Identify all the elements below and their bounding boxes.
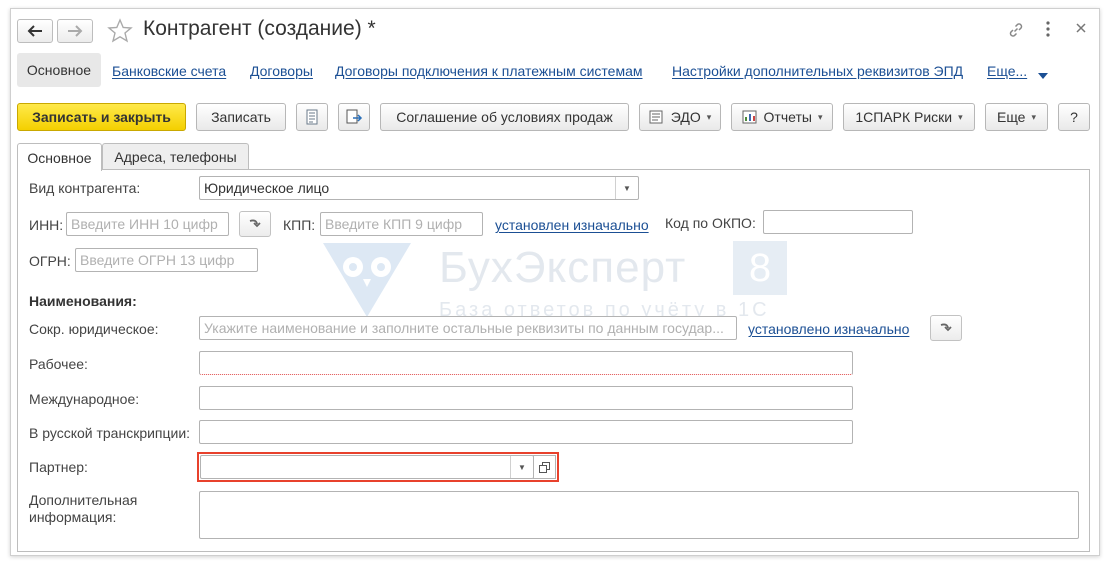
counterparty-window: Контрагент (создание) * Основное Банковс… bbox=[10, 8, 1100, 556]
section-contracts[interactable]: Договоры bbox=[250, 63, 313, 79]
fill-arrow-icon bbox=[940, 323, 952, 332]
back-button[interactable] bbox=[17, 19, 53, 43]
short-name-label: Сокр. юридическое: bbox=[29, 321, 159, 337]
spark-risks-label: 1СПАРК Риски bbox=[855, 109, 953, 125]
section-epd-settings[interactable]: Настройки дополнительных реквизитов ЭПД bbox=[672, 63, 963, 79]
more-vertical-button[interactable] bbox=[1045, 20, 1051, 43]
edo-label: ЭДО bbox=[670, 109, 701, 125]
kind-value: Юридическое лицо bbox=[204, 180, 330, 196]
more-vertical-icon bbox=[1046, 21, 1050, 37]
save-button[interactable]: Записать bbox=[196, 103, 286, 131]
extra-info-label-line1: Дополнительная bbox=[29, 492, 138, 508]
close-icon bbox=[1076, 23, 1086, 33]
reports-label: Отчеты bbox=[763, 109, 812, 125]
save-and-close-button[interactable]: Записать и закрыть bbox=[17, 103, 186, 131]
partner-open-button[interactable] bbox=[533, 455, 556, 479]
section-more-caret[interactable] bbox=[1037, 67, 1049, 83]
section-more-label: Еще... bbox=[987, 63, 1028, 79]
okpo-input[interactable] bbox=[763, 210, 913, 234]
russian-transcription-input[interactable] bbox=[199, 420, 853, 444]
kind-select[interactable]: Юридическое лицо ▼ bbox=[199, 176, 639, 200]
ogrn-placeholder: Введите ОГРН 13 цифр bbox=[80, 252, 235, 268]
working-name-label: Рабочее: bbox=[29, 356, 88, 372]
extra-info-textarea[interactable] bbox=[199, 491, 1079, 539]
favorite-button[interactable] bbox=[107, 18, 133, 47]
kpp-initial-link[interactable]: установлен изначально bbox=[495, 217, 649, 233]
reports-button[interactable]: Отчеты ▾ bbox=[731, 103, 833, 131]
close-button[interactable] bbox=[1075, 21, 1087, 39]
edo-icon bbox=[649, 110, 663, 124]
edo-button[interactable]: ЭДО ▾ bbox=[639, 103, 721, 131]
dropdown-arrow-icon[interactable]: ▼ bbox=[615, 177, 638, 199]
link-icon bbox=[1009, 23, 1023, 37]
kpp-label: КПП: bbox=[283, 217, 316, 233]
dropdown-arrow-icon[interactable]: ▼ bbox=[510, 456, 533, 478]
inn-placeholder: Введите ИНН 10 цифр bbox=[71, 216, 218, 232]
kpp-placeholder: Введите КПП 9 цифр bbox=[325, 216, 463, 232]
names-heading: Наименования: bbox=[29, 293, 137, 309]
chevron-down-icon: ▾ bbox=[958, 111, 963, 122]
ogrn-input[interactable]: Введите ОГРН 13 цифр bbox=[75, 248, 258, 272]
partner-input[interactable]: ▼ bbox=[200, 455, 534, 479]
chevron-down-icon: ▾ bbox=[706, 111, 712, 122]
chevron-down-icon: ▾ bbox=[1031, 111, 1037, 122]
more-actions-button[interactable]: Еще ▾ bbox=[985, 103, 1048, 131]
help-button[interactable]: ? bbox=[1058, 103, 1090, 131]
arrow-right-icon bbox=[68, 25, 83, 37]
document-arrow-icon bbox=[346, 109, 363, 124]
inn-input[interactable]: Введите ИНН 10 цифр bbox=[66, 212, 229, 236]
document-list-button[interactable] bbox=[296, 103, 328, 131]
russian-transcription-label: В русской транскрипции: bbox=[29, 425, 191, 441]
international-name-input[interactable] bbox=[199, 386, 853, 410]
ogrn-label: ОГРН: bbox=[29, 253, 71, 269]
kind-label: Вид контрагента: bbox=[29, 180, 141, 196]
inn-label: ИНН: bbox=[29, 217, 64, 233]
forward-button[interactable] bbox=[57, 19, 93, 43]
star-icon bbox=[107, 18, 133, 43]
spark-risks-button[interactable]: 1СПАРК Риски ▾ bbox=[843, 103, 975, 131]
short-name-initial-link[interactable]: установлено изначально bbox=[748, 321, 909, 337]
reports-icon bbox=[742, 110, 757, 124]
tab-addresses-phones[interactable]: Адреса, телефоны bbox=[102, 143, 249, 170]
chevron-down-icon: ▾ bbox=[817, 111, 823, 122]
tab-main[interactable]: Основное bbox=[17, 143, 102, 171]
short-name-input[interactable]: Укажите наименование и заполните остальн… bbox=[199, 316, 737, 340]
section-main[interactable]: Основное bbox=[17, 53, 101, 87]
caret-down-icon bbox=[1038, 73, 1048, 79]
section-payment-contracts[interactable]: Договоры подключения к платежным система… bbox=[335, 63, 643, 79]
okpo-label: Код по ОКПО: bbox=[665, 215, 756, 231]
kpp-input[interactable]: Введите КПП 9 цифр bbox=[320, 212, 483, 236]
more-actions-label: Еще bbox=[996, 109, 1026, 125]
open-form-icon bbox=[538, 461, 550, 473]
document-list-icon bbox=[306, 109, 318, 125]
international-name-label: Международное: bbox=[29, 391, 140, 407]
link-button[interactable] bbox=[1007, 21, 1025, 44]
partner-label: Партнер: bbox=[29, 459, 88, 475]
attach-document-button[interactable] bbox=[338, 103, 370, 131]
window-title: Контрагент (создание) * bbox=[143, 17, 376, 40]
fill-by-registry-button[interactable] bbox=[930, 315, 962, 341]
arrow-left-icon bbox=[27, 25, 42, 37]
working-name-input[interactable] bbox=[199, 351, 853, 375]
section-more[interactable]: Еще... bbox=[987, 63, 1027, 79]
fill-by-inn-button[interactable] bbox=[239, 211, 271, 237]
extra-info-label-line2: информация: bbox=[29, 509, 117, 525]
fill-arrow-icon bbox=[249, 219, 261, 228]
short-name-placeholder: Укажите наименование и заполните остальн… bbox=[204, 320, 724, 336]
section-bank-accounts[interactable]: Банковские счета bbox=[112, 63, 226, 79]
sales-agreement-button[interactable]: Соглашение об условиях продаж bbox=[380, 103, 629, 131]
